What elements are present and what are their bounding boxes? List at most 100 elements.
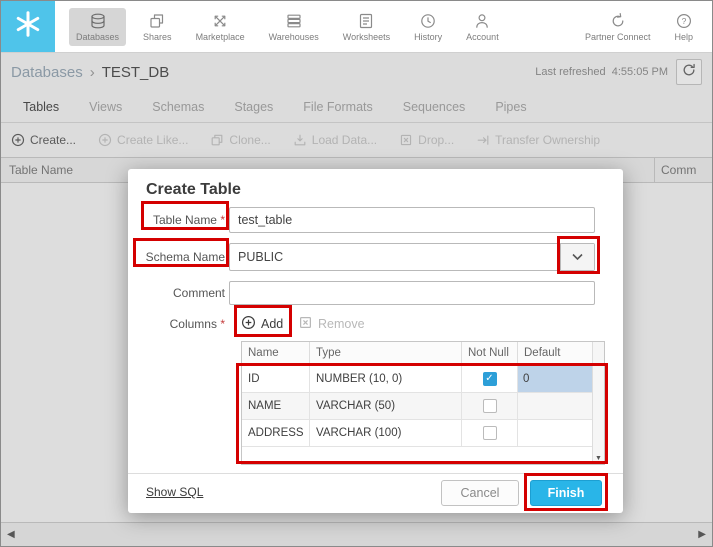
scroll-down-icon[interactable]: ▼ (593, 455, 604, 462)
nav-label: Account (466, 31, 499, 42)
clone-button[interactable]: Clone... (210, 133, 271, 147)
refresh-button[interactable] (676, 59, 702, 85)
column-name-cell[interactable]: ADDRESS (242, 420, 310, 446)
nav-item-account[interactable]: Account (459, 8, 506, 46)
column-name-cell[interactable]: ID (242, 366, 310, 392)
nav-item-worksheets[interactable]: Worksheets (336, 8, 397, 46)
create-table-dialog: Create Table Table Name * Schema Name PU… (128, 169, 623, 513)
breadcrumb-databases[interactable]: Databases (11, 64, 83, 81)
pagebar-right: Last refreshed 4:55:05 PM (535, 59, 702, 85)
nav-label: Help (674, 31, 693, 42)
column-header-comment[interactable]: Comm (654, 158, 712, 182)
table-name-input[interactable] (229, 207, 595, 233)
nav-item-help[interactable]: ? Help (667, 8, 700, 46)
circle-plus-icon (241, 315, 256, 333)
tab-pipes[interactable]: Pipes (495, 100, 526, 114)
column-default-cell[interactable] (518, 420, 592, 446)
column-type-cell[interactable]: VARCHAR (100) (310, 420, 462, 446)
circle-plus-icon (11, 133, 25, 147)
snowflake-logo[interactable] (1, 1, 55, 52)
nav-label: Partner Connect (584, 31, 651, 42)
load-data-button[interactable]: Load Data... (293, 133, 377, 147)
snowflake-app-window: Databases Shares Marketplace Warehouses (0, 0, 713, 547)
schema-dropdown-button[interactable] (560, 244, 594, 270)
object-tabs: Tables Views Schemas Stages File Formats… (1, 91, 712, 123)
nav-label: Marketplace (195, 31, 245, 42)
tab-sequences[interactable]: Sequences (403, 100, 466, 114)
x-square-icon (298, 315, 313, 333)
nav-item-shares[interactable]: Shares (136, 8, 179, 46)
warehouses-icon (285, 12, 303, 30)
horizontal-scrollbar[interactable]: ◀ ▶ (1, 522, 712, 546)
drop-button[interactable]: Drop... (399, 133, 454, 147)
nav-item-history[interactable]: History (407, 8, 449, 46)
tab-stages[interactable]: Stages (234, 100, 273, 114)
column-name-cell[interactable]: NAME (242, 393, 310, 419)
chevron-down-icon (572, 248, 583, 266)
transfer-ownership-label: Transfer Ownership (495, 133, 601, 147)
nav-item-databases[interactable]: Databases (69, 7, 127, 46)
show-sql-link[interactable]: Show SQL (146, 485, 203, 499)
create-label: Create... (30, 133, 77, 147)
schema-name-select[interactable]: PUBLIC (229, 243, 595, 271)
column-notnull-cell (462, 393, 518, 419)
create-button[interactable]: Create... (11, 133, 76, 147)
required-asterisk: * (220, 317, 225, 331)
columns-label: Columns * (169, 317, 225, 331)
header-not-null: Not Null (462, 342, 518, 365)
nav-label: History (414, 31, 443, 42)
column-row-name: NAME VARCHAR (50) (242, 393, 592, 420)
nav-item-marketplace[interactable]: Marketplace (189, 8, 252, 46)
columns-table-scrollbar[interactable]: ▼ (592, 342, 604, 464)
help-icon: ? (675, 12, 693, 30)
comment-label: Comment (172, 286, 225, 300)
nav-item-warehouses[interactable]: Warehouses (262, 8, 326, 46)
not-null-checkbox[interactable]: ✓ (482, 372, 497, 386)
table-name-label: Table Name * (152, 213, 225, 227)
finish-button[interactable]: Finish (530, 480, 602, 506)
scroll-right-icon[interactable]: ▶ (698, 529, 706, 540)
load-data-icon (293, 133, 307, 147)
partner-connect-icon (609, 12, 627, 30)
tab-tables[interactable]: Tables (23, 100, 59, 114)
nav-item-partner-connect[interactable]: Partner Connect (578, 8, 658, 46)
dialog-footer-divider (128, 473, 623, 474)
scroll-left-icon[interactable]: ◀ (7, 529, 15, 540)
add-column-button[interactable]: Add (241, 311, 283, 337)
transfer-ownership-button[interactable]: Transfer Ownership (476, 133, 600, 147)
column-default-cell[interactable]: 0 (518, 366, 592, 392)
clone-icon (210, 133, 224, 147)
dialog-title: Create Table (146, 181, 241, 198)
column-default-cell[interactable] (518, 393, 592, 419)
create-like-button[interactable]: Create Like... (98, 133, 188, 147)
not-null-checkbox[interactable] (482, 426, 497, 440)
shares-icon (148, 12, 166, 30)
header-name: Name (242, 342, 310, 365)
x-square-icon (399, 133, 413, 147)
comment-input[interactable] (229, 281, 595, 305)
remove-label: Remove (318, 317, 365, 331)
transfer-ownership-icon (476, 133, 490, 147)
clone-label: Clone... (229, 133, 271, 147)
breadcrumb-current-db: TEST_DB (101, 63, 170, 81)
databases-icon (89, 12, 107, 30)
column-notnull-cell: ✓ (462, 366, 518, 392)
breadcrumb-separator: › (89, 63, 95, 81)
tab-file-formats[interactable]: File Formats (303, 100, 372, 114)
add-label: Add (261, 317, 284, 331)
cancel-button[interactable]: Cancel (441, 480, 519, 506)
required-asterisk: * (220, 213, 225, 227)
marketplace-icon (211, 12, 229, 30)
nav-label: Warehouses (268, 31, 319, 42)
remove-column-button[interactable]: Remove (298, 311, 365, 337)
column-type-cell[interactable]: NUMBER (10, 0) (310, 366, 462, 392)
worksheets-icon (357, 12, 375, 30)
header-default: Default (524, 347, 561, 359)
tab-views[interactable]: Views (89, 100, 122, 114)
column-type-cell[interactable]: VARCHAR (50) (310, 393, 462, 419)
tab-schemas[interactable]: Schemas (152, 100, 204, 114)
not-null-checkbox[interactable] (482, 399, 497, 413)
column-row-id: ID NUMBER (10, 0) ✓ 0 (242, 366, 592, 393)
schema-name-label: Schema Name (145, 250, 225, 264)
table-actions-toolbar: Create... Create Like... Clone... Load D… (1, 123, 712, 157)
